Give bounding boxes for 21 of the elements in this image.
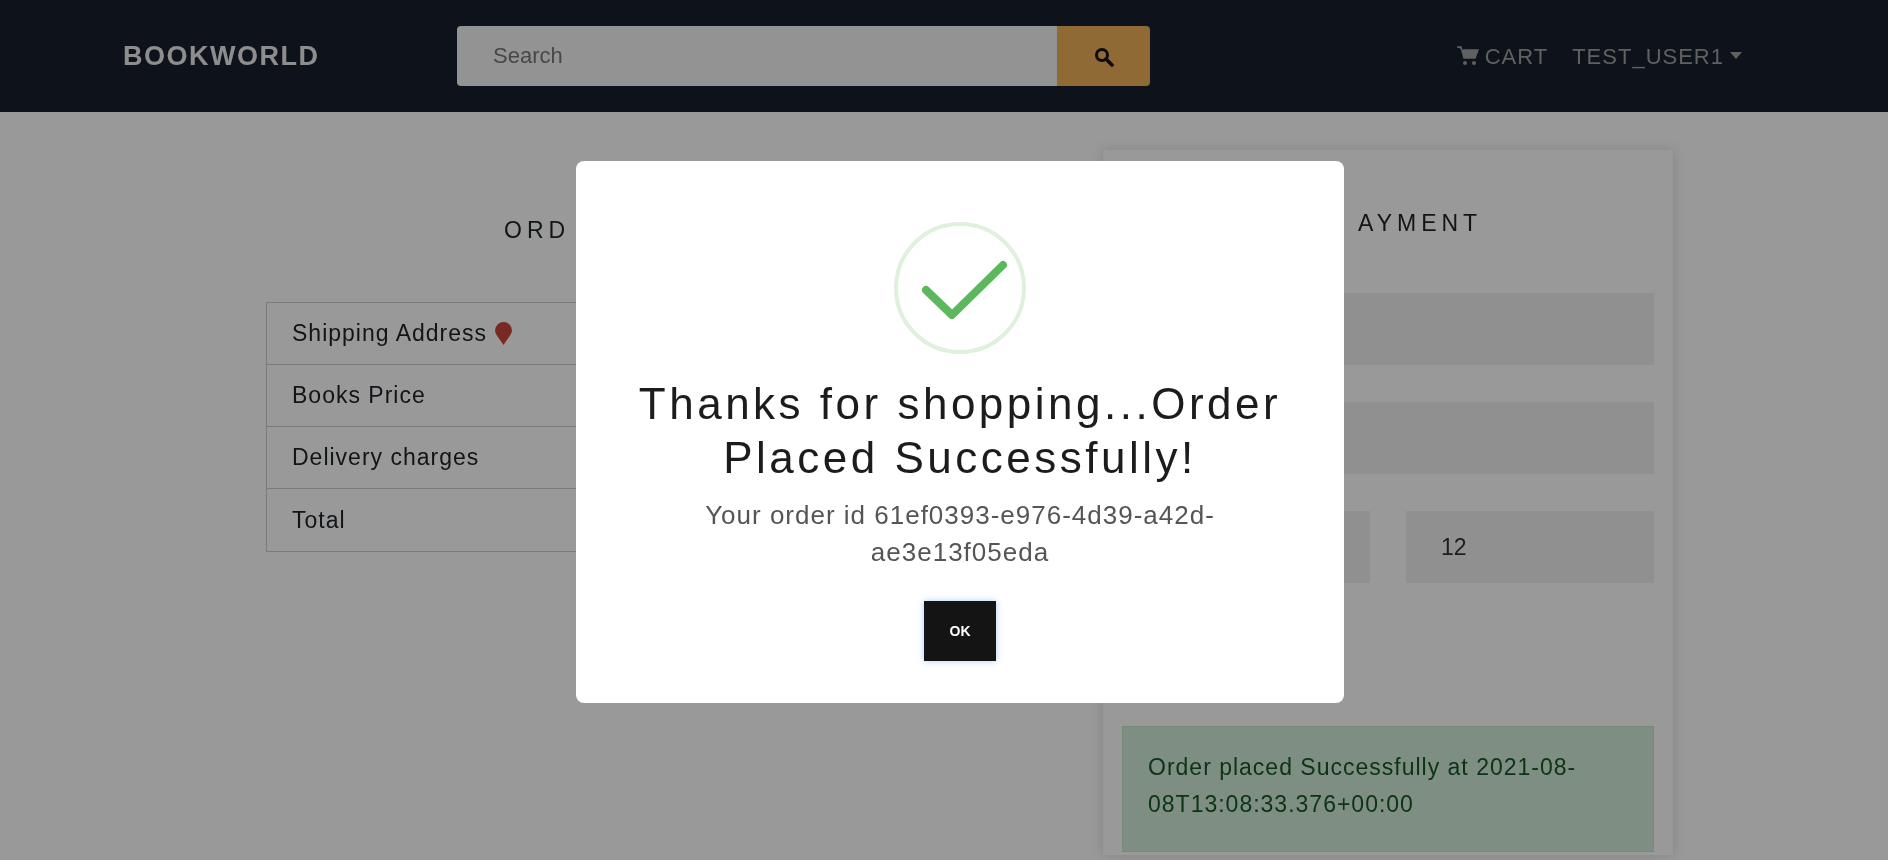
section-heading: AYMENT	[1358, 210, 1483, 236]
row-label: Total	[292, 505, 346, 535]
input-field[interactable]: 12	[1406, 511, 1654, 583]
search-button[interactable]	[1057, 26, 1150, 86]
order-id-text: Your order id 61ef0393-e976-4d39-a42d-ae3e13f05eda	[704, 499, 1216, 569]
cart-icon	[1456, 46, 1479, 66]
dialog-title: Thanks for shopping...Order Placed Successfully!	[637, 378, 1283, 484]
user-menu[interactable]: TEST_USER1	[1572, 39, 1742, 73]
success-alert: Order placed Successfully at 2021-08-08T13:08:33.376+00:00	[1122, 726, 1654, 852]
ok-button[interactable]: OK	[924, 601, 996, 661]
location-pin-icon	[495, 322, 512, 345]
row-label: Books Price	[292, 381, 426, 411]
search-icon	[1093, 46, 1114, 67]
caret-icon	[1730, 52, 1742, 60]
row-label: Shipping Address	[292, 319, 487, 349]
checkmark-icon	[893, 221, 1027, 355]
search-field[interactable]: Search	[457, 26, 1057, 86]
cart-link[interactable]: CART	[1456, 39, 1549, 73]
row-label: Delivery charges	[292, 443, 480, 473]
brand-logo[interactable]: BOOKWORLD	[123, 35, 457, 77]
section-heading: ORD	[504, 217, 571, 243]
